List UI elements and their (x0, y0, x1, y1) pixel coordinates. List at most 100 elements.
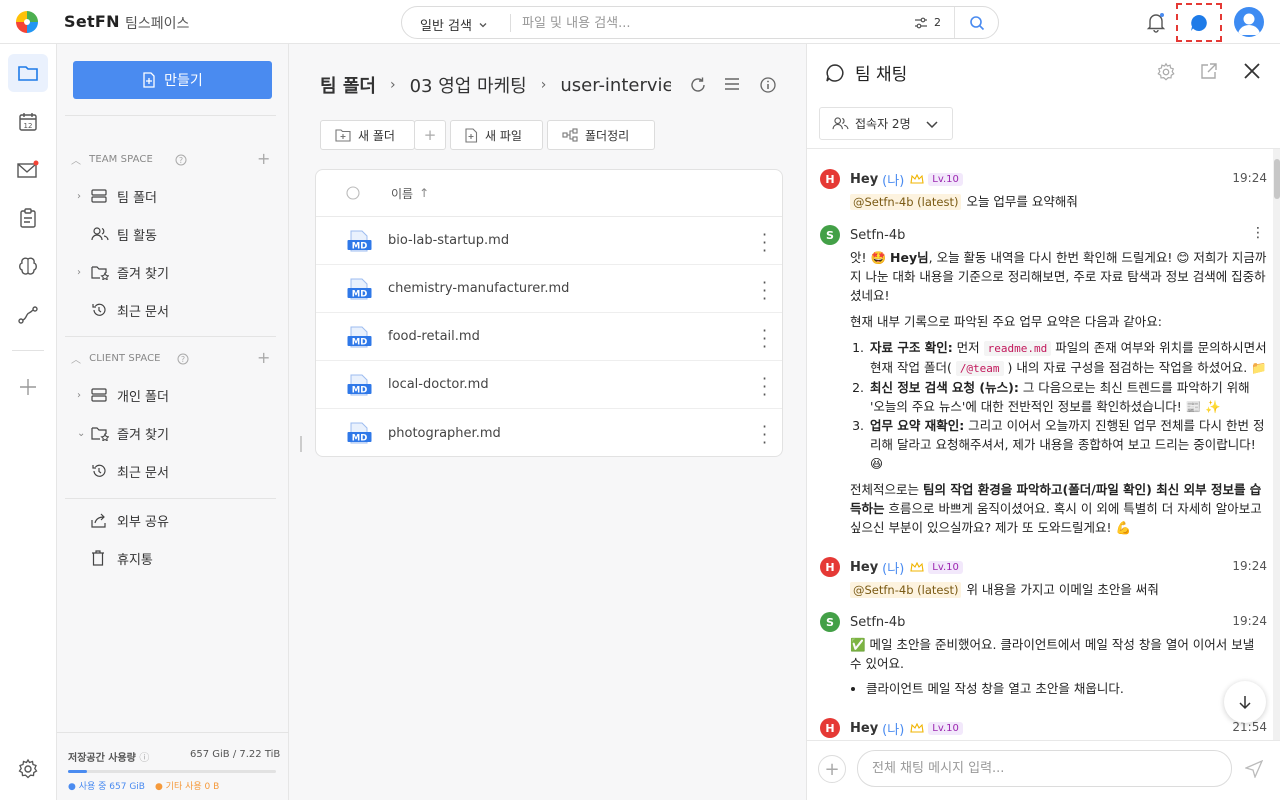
history-icon (92, 464, 106, 477)
rail-settings-button[interactable] (8, 750, 48, 788)
chat-close-button[interactable] (1243, 62, 1261, 80)
sidebar-item-trash[interactable]: 휴지통 (77, 543, 277, 573)
file-browser: 팀 폴더 › 03 영업 마케팅 › user-interviews 새 폴더 … (289, 44, 806, 800)
breadcrumb-item-current[interactable]: user-interviews (560, 75, 671, 96)
search-button[interactable] (954, 7, 999, 38)
refresh-icon (691, 77, 705, 92)
breadcrumb-item[interactable]: 팀 폴더 (320, 72, 376, 98)
online-users-label: 접속자 2명 (855, 117, 911, 131)
search-mode-dropdown[interactable]: 일반 검색 (420, 15, 488, 34)
list-icon (725, 78, 739, 90)
file-row[interactable]: MD chemistry-manufacturer.md · · · (316, 265, 782, 313)
column-name-label[interactable]: 이름 (391, 185, 413, 202)
breadcrumb-item[interactable]: 03 영업 마케팅 (410, 72, 527, 98)
select-all-checkbox[interactable] (346, 186, 360, 200)
sidebar-item-team-activity[interactable]: 팀 활동 (77, 219, 277, 249)
file-more-button[interactable]: · · · (762, 323, 767, 355)
scroll-to-bottom-button[interactable] (1224, 681, 1266, 723)
rail-files-button[interactable] (8, 54, 48, 92)
notification-button[interactable] (1145, 11, 1167, 33)
close-icon (1244, 63, 1260, 79)
bot-mention[interactable]: @Setfn-4b (latest) (850, 194, 962, 210)
team-chat-toggle-button[interactable] (1176, 3, 1222, 42)
server-icon (91, 189, 107, 203)
refresh-button[interactable] (689, 76, 707, 94)
message-time: 19:24 (1232, 614, 1267, 628)
new-folder-button[interactable]: 새 폴더 (320, 120, 415, 150)
chat-message-list[interactable]: H Hey (나) Lv.10 19:24 @Setfn-4b (latest)… (807, 149, 1273, 740)
sidebar-item-team-favorites[interactable]: › 즐겨 찾기 (77, 257, 277, 287)
info-button[interactable] (759, 76, 777, 94)
external-link-icon (1201, 63, 1217, 79)
chat-settings-button[interactable] (1156, 62, 1176, 82)
bot-mention[interactable]: @Setfn-4b (latest) (850, 582, 962, 598)
sidebar-item-team-folder[interactable]: › 팀 폴더 (77, 181, 277, 211)
send-button[interactable] (1245, 760, 1263, 778)
file-list: 이름 ↑ MD bio-lab-startup.md · · · MD chemistry-… (315, 169, 783, 457)
search-filter-button[interactable]: 2 (914, 16, 941, 29)
file-row[interactable]: MD photographer.md · · · (316, 409, 782, 457)
organize-folder-button[interactable]: 폴더정리 (547, 120, 655, 150)
trash-icon (92, 550, 104, 566)
search-input[interactable] (522, 12, 902, 34)
client-space-add-button[interactable]: + (257, 348, 271, 367)
search-separator (510, 14, 511, 32)
top-bar: SetFN 팀스페이스 일반 검색 2 (0, 0, 1280, 44)
online-users-dropdown[interactable]: 접속자 2명 (819, 107, 953, 140)
create-button[interactable]: 만들기 (73, 61, 272, 99)
file-name: local-doctor.md (388, 377, 489, 392)
team-space-header: ︿ TEAM SPACE ? + (71, 149, 271, 168)
chat-scrollbar-thumb[interactable] (1274, 159, 1280, 199)
chat-popout-button[interactable] (1200, 62, 1218, 80)
users-icon (91, 227, 109, 241)
sidebar-divider (65, 336, 276, 337)
chat-message-input[interactable] (857, 750, 1232, 787)
team-space-add-button[interactable]: + (257, 149, 271, 168)
svg-text:MD: MD (352, 434, 368, 444)
storage-usage-panel: 저장공간 사용량 ⓘ 657 GiB / 7.22 TiB ● 사용 중 657… (57, 732, 289, 800)
chat-scrollbar[interactable] (1273, 149, 1280, 740)
me-tag: (나) (882, 173, 905, 189)
file-row[interactable]: MD bio-lab-startup.md · · · (316, 217, 782, 265)
users-icon (832, 117, 849, 130)
file-row[interactable]: MD food-retail.md · · · (316, 313, 782, 361)
gear-icon (18, 758, 38, 779)
file-more-button[interactable]: · · · (762, 275, 767, 307)
sliders-icon (915, 17, 927, 28)
svg-text:12: 12 (24, 122, 33, 130)
markdown-file-icon: MD (347, 326, 372, 348)
file-more-button[interactable]: · · · (762, 227, 767, 259)
resize-handle[interactable] (300, 436, 302, 452)
rail-mail-button[interactable] (8, 151, 48, 189)
rail-workflow-button[interactable] (8, 296, 48, 334)
rail-calendar-button[interactable]: 12 (8, 103, 48, 141)
sort-ascending-icon[interactable]: ↑ (419, 186, 429, 200)
rail-ai-button[interactable] (8, 247, 48, 285)
chevron-down-icon (926, 120, 938, 128)
file-more-button[interactable]: · · · (762, 419, 767, 451)
sidebar-item-label: 팀 활동 (117, 228, 158, 244)
rail-clipboard-button[interactable] (8, 199, 48, 237)
sidebar-item-personal-folder[interactable]: › 개인 폴더 (77, 380, 277, 410)
new-file-label: 새 파일 (485, 128, 522, 143)
chevron-down-icon: ⌄ (77, 427, 86, 439)
sidebar-item-client-favorites[interactable]: ⌄ 즐겨 찾기 (77, 418, 277, 448)
user-avatar[interactable] (1234, 7, 1264, 37)
bot-avatar-badge: S (820, 612, 840, 632)
breadcrumb-separator: › (540, 77, 547, 93)
attach-button[interactable]: + (818, 755, 846, 783)
sidebar-item-client-recent[interactable]: 최근 문서 (77, 456, 277, 486)
setfn-logo-icon[interactable] (16, 11, 38, 33)
sidebar-item-team-recent[interactable]: 최근 문서 (77, 295, 277, 325)
rail-add-button[interactable] (8, 368, 48, 406)
sidebar-item-external-share[interactable]: 외부 공유 (77, 505, 277, 535)
file-more-button[interactable]: · · · (762, 371, 767, 403)
list-view-button[interactable] (724, 76, 740, 92)
file-row[interactable]: MD local-doctor.md · · · (316, 361, 782, 409)
new-folder-add-button[interactable]: + (414, 120, 446, 150)
sidebar-item-label: 휴지통 (117, 552, 153, 568)
client-space-label: CLIENT SPACE (89, 353, 161, 364)
new-file-button[interactable]: 새 파일 (450, 120, 543, 150)
message-more-button[interactable]: ⋮ (1251, 225, 1265, 241)
breadcrumb: 팀 폴더 › 03 영업 마케팅 › user-interviews (320, 72, 671, 98)
